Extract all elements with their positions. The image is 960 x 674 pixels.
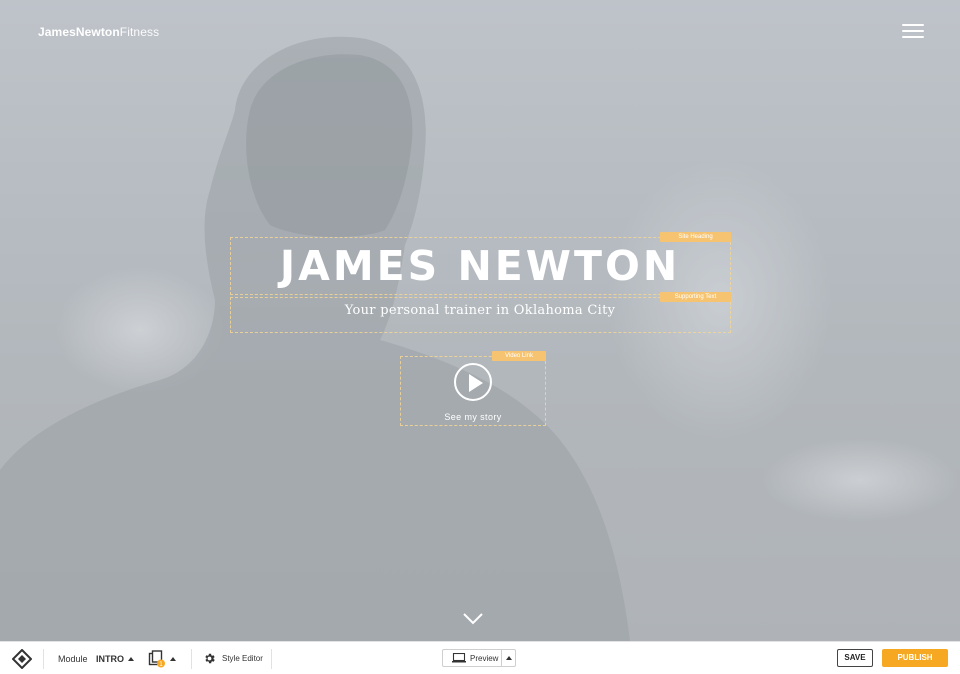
site-heading-edit-frame[interactable]: Site Heading: [230, 232, 731, 295]
pages-badge: 1: [159, 660, 163, 667]
caret-up-icon: [128, 656, 134, 661]
toolbar-divider: [191, 649, 192, 669]
module-select[interactable]: INTRO: [96, 642, 134, 674]
gear-icon: [205, 653, 215, 664]
editor-toolbar: Module INTRO 1 Style Editor Preview SAVE…: [0, 641, 960, 674]
site-heading-tag: Site Heading: [660, 232, 731, 242]
hero-section: JamesNewtonFitness JAMES NEWTON Site Hea…: [0, 0, 960, 641]
pages-button[interactable]: 1: [148, 642, 176, 674]
caret-up-icon: [170, 656, 176, 661]
chevron-down-icon[interactable]: [462, 612, 484, 626]
save-button[interactable]: SAVE: [837, 649, 873, 667]
video-link-tag: Video Link: [492, 351, 546, 361]
publish-button[interactable]: PUBLISH: [882, 649, 948, 667]
pages-icon: 1: [148, 649, 165, 667]
brand-name-bold: JamesNewton: [38, 25, 120, 39]
preview-button[interactable]: Preview: [442, 649, 516, 667]
toolbar-divider: [271, 649, 272, 669]
style-editor-button[interactable]: Style Editor: [203, 642, 263, 674]
module-label: Module: [58, 653, 88, 664]
play-icon[interactable]: [454, 363, 492, 401]
video-caption[interactable]: See my story: [400, 412, 546, 422]
preview-split-divider: [501, 650, 502, 666]
style-editor-label: Style Editor: [222, 654, 263, 663]
supporting-text-edit-frame[interactable]: Supporting Text: [230, 292, 731, 333]
module-value: INTRO: [96, 653, 124, 664]
toolbar-divider: [43, 649, 44, 669]
preview-label: Preview: [470, 653, 499, 663]
diamond-logo-icon[interactable]: [12, 642, 32, 674]
menu-icon[interactable]: [900, 22, 926, 41]
monitor-icon: [452, 653, 466, 663]
site-brand-logo[interactable]: JamesNewtonFitness: [38, 25, 159, 39]
brand-name-light: Fitness: [119, 25, 160, 39]
supporting-text-tag: Supporting Text: [660, 292, 731, 302]
preview-caret-up-icon[interactable]: [506, 656, 512, 660]
